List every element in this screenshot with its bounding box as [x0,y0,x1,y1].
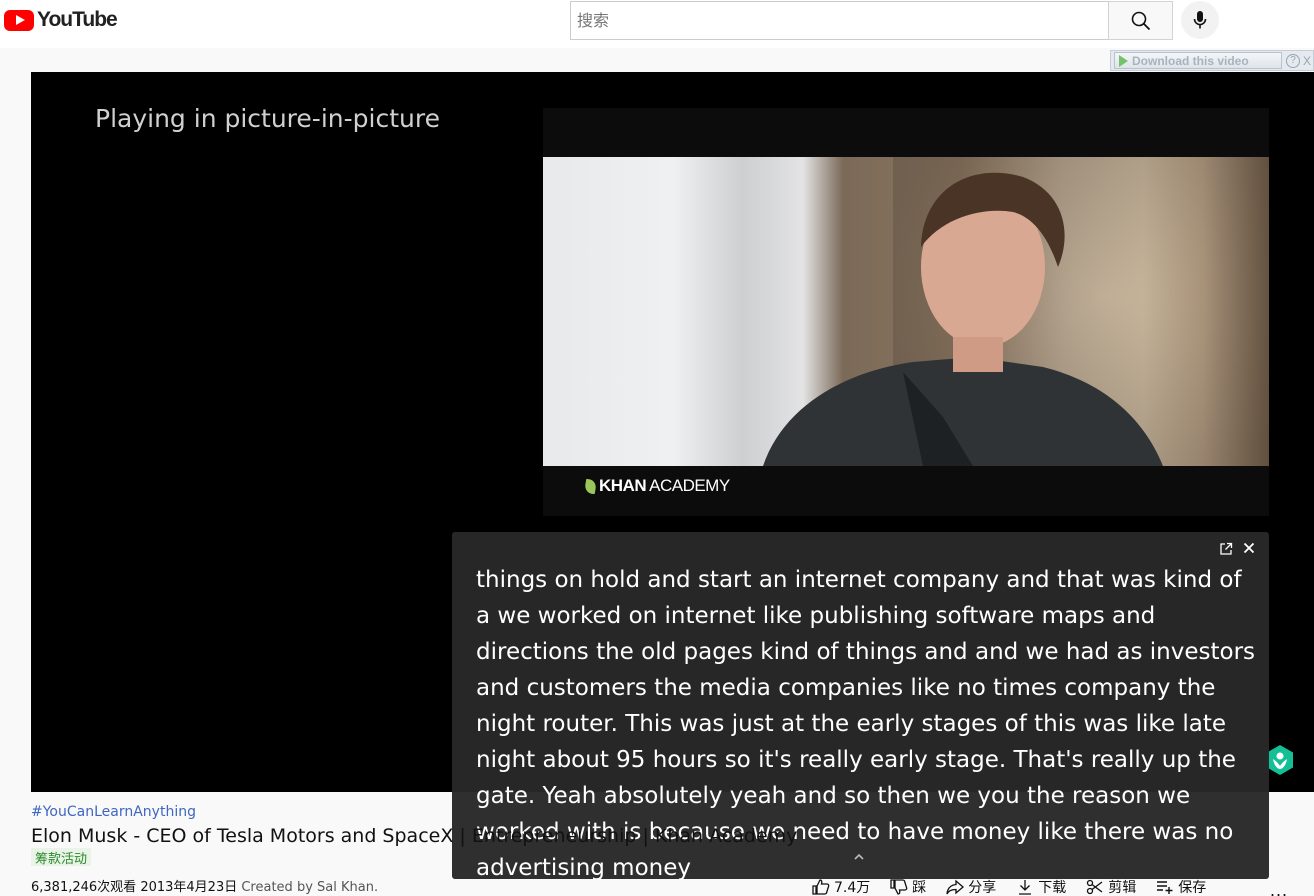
search-button[interactable] [1108,1,1173,40]
video-title: Elon Musk - CEO of Tesla Motors and Spac… [31,825,798,847]
top-bar: YouTube [0,0,1314,48]
thumbs-up-icon [812,879,830,895]
share-button[interactable]: 分享 [946,877,996,896]
fundraiser-badge[interactable]: 筹款活动 [31,848,92,867]
description-preview[interactable]: Created by Sal Khan. [241,880,378,895]
download-label: 下载 [1038,880,1067,896]
close-captions-icon[interactable] [1242,541,1256,555]
download-icon [1019,880,1032,895]
watermark-light-text: ACADEMY [649,476,730,495]
khan-academy-badge-icon[interactable] [1266,744,1294,776]
video-actions: 7.4万 踩 分享 下载 剪辑 保存 [812,878,1226,896]
dislike-button[interactable]: 踩 [890,877,926,896]
scissors-icon [1087,879,1103,895]
download-video-label: Download this video [1132,53,1249,68]
pip-message: Playing in picture-in-picture [95,104,440,133]
view-count: 6,381,246次观看 [31,880,137,895]
more-actions-button[interactable]: ... [1270,880,1288,896]
save-label: 保存 [1178,880,1207,896]
help-icon[interactable]: ? [1286,53,1300,68]
clip-label: 剪辑 [1108,880,1137,896]
clip-button[interactable]: 剪辑 [1086,877,1136,896]
youtube-play-icon [4,9,34,31]
search-icon [1131,11,1150,30]
save-button[interactable]: 保存 [1156,877,1206,896]
like-button[interactable]: 7.4万 [812,877,870,896]
watermark-bold-text: KHAN [599,476,647,495]
video-frame-image [543,157,1269,466]
dislike-label: 踩 [912,880,927,896]
brand-name: YouTube [37,8,118,31]
share-label: 分享 [968,880,997,896]
video-meta: 6,381,246次观看 2013年4月23日 Created by Sal K… [31,876,378,895]
download-button[interactable]: 下载 [1016,877,1066,896]
chevron-up-icon[interactable] [852,852,866,862]
upload-date: 2013年4月23日 [140,880,238,895]
download-video-button[interactable]: Download this video [1114,52,1282,69]
interview-subject-figure [763,172,1163,466]
add-to-playlist-icon [1157,881,1173,894]
thumbs-down-icon [890,879,908,895]
like-count: 7.4万 [834,880,871,896]
popout-icon[interactable] [1219,542,1233,556]
search-box[interactable] [570,1,1109,40]
microphone-icon [1193,11,1207,29]
search-input[interactable] [571,2,1109,39]
video-hashtag-link[interactable]: #YouCanLearnAnything [31,804,196,820]
khan-academy-watermark: KHAN ACADEMY [583,476,730,496]
share-icon [946,879,965,895]
close-icon[interactable]: X [1303,54,1311,68]
play-icon [1119,54,1128,67]
download-extension-bar: Download this video ? X [1110,50,1314,71]
khan-leaf-icon [583,478,598,494]
video-thumbnail: KHAN ACADEMY [543,108,1269,516]
voice-search-button[interactable] [1181,1,1219,39]
youtube-logo[interactable]: YouTube [4,8,118,31]
